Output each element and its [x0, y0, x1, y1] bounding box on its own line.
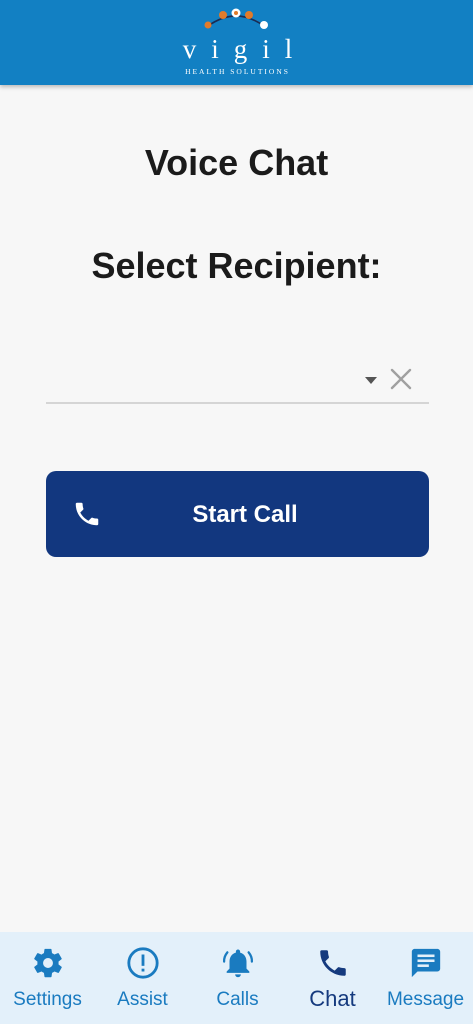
start-call-label: Start Call: [192, 501, 298, 528]
brand-tagline: HEALTH SOLUTIONS: [185, 67, 290, 76]
recipient-select[interactable]: [46, 356, 429, 404]
tab-message-label: Message: [386, 989, 465, 1010]
start-call-button[interactable]: Start Call: [46, 471, 429, 557]
vigil-logo: vigil HEALTH SOLUTIONS: [150, 4, 325, 82]
message-icon: [409, 946, 443, 980]
tab-assist[interactable]: Assist: [95, 932, 190, 1024]
brand-name: vigil: [182, 34, 308, 64]
select-recipient-label: Select Recipient:: [91, 245, 382, 286]
tab-chat[interactable]: Chat: [285, 932, 380, 1024]
alert-circle-icon: [126, 946, 160, 980]
page-title: Voice Chat: [144, 142, 329, 183]
bell-ringing-icon: [221, 946, 255, 980]
bottom-tab-bar: Settings Assist Calls Chat Message: [0, 932, 473, 1024]
gear-icon: [31, 946, 65, 980]
phone-icon: [316, 946, 350, 980]
clear-icon[interactable]: [389, 367, 413, 391]
tab-message[interactable]: Message: [378, 932, 473, 1024]
tab-calls-label: Calls: [216, 989, 259, 1010]
tab-chat-label: Chat: [309, 986, 356, 1011]
tab-assist-label: Assist: [117, 989, 168, 1010]
app-header: vigil HEALTH SOLUTIONS: [0, 0, 473, 85]
dropdown-caret-icon[interactable]: [365, 377, 377, 384]
tab-calls[interactable]: Calls: [190, 932, 285, 1024]
tab-settings[interactable]: Settings: [0, 932, 95, 1024]
tab-settings-label: Settings: [13, 989, 82, 1010]
